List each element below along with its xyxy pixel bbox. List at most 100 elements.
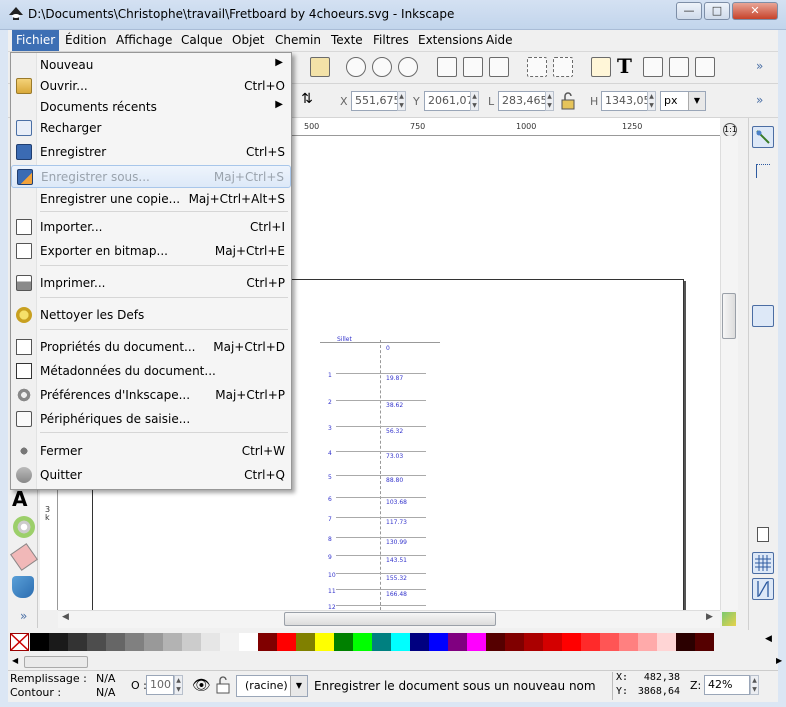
- color-swatch[interactable]: [448, 633, 467, 651]
- close-window-button[interactable]: ✕: [732, 2, 778, 20]
- menu-edition[interactable]: Édition: [63, 33, 109, 47]
- layer-dropdown-arrow-icon[interactable]: ▼: [290, 676, 307, 696]
- color-swatch[interactable]: [505, 633, 524, 651]
- color-swatch[interactable]: [125, 633, 144, 651]
- color-swatch[interactable]: [695, 633, 714, 651]
- align-distribute-icon[interactable]: [695, 57, 715, 77]
- fill-stroke-icon[interactable]: [591, 57, 611, 77]
- snap-bbox-centers-icon[interactable]: [752, 266, 774, 288]
- group-icon[interactable]: [527, 57, 547, 77]
- color-swatch[interactable]: [467, 633, 486, 651]
- color-swatch[interactable]: [657, 633, 676, 651]
- color-swatch[interactable]: [220, 633, 239, 651]
- snap-nodes-icon[interactable]: [752, 305, 774, 327]
- file-menu-item[interactable]: Recharger: [11, 117, 291, 140]
- menu-objet[interactable]: Objet: [230, 33, 266, 47]
- file-menu-item[interactable]: Propriétés du document... Maj+Ctrl+D: [11, 336, 291, 359]
- palette-scroll-right-icon[interactable]: ▶: [776, 656, 782, 665]
- snap-paths-icon[interactable]: [752, 331, 774, 353]
- color-swatch[interactable]: [543, 633, 562, 651]
- file-menu-item[interactable]: Préférences d'Inkscape... Maj+Ctrl+P: [11, 384, 291, 407]
- zoom-spinner[interactable]: ▲ ▼: [750, 675, 759, 695]
- visibility-eye-icon[interactable]: 👁: [192, 676, 211, 694]
- menu-filtres[interactable]: Filtres: [371, 33, 411, 47]
- unit-dropdown-arrow-icon[interactable]: ▼: [688, 92, 705, 110]
- color-swatch[interactable]: [429, 633, 448, 651]
- menu-aide[interactable]: Aide: [484, 33, 515, 47]
- file-menu-item[interactable]: Exporter en bitmap... Maj+Ctrl+E: [11, 240, 291, 263]
- x-spinner[interactable]: ▲ ▼: [397, 91, 406, 111]
- width-field[interactable]: 283,465: [498, 91, 548, 111]
- clone-icon[interactable]: [463, 57, 483, 77]
- menu-texte[interactable]: Texte: [329, 33, 365, 47]
- file-menu-item[interactable]: Imprimer... Ctrl+P: [11, 272, 291, 295]
- color-swatch[interactable]: [30, 633, 49, 651]
- file-menu-item[interactable]: Nettoyer les Defs: [11, 304, 291, 327]
- color-manage-icon[interactable]: [722, 612, 736, 626]
- menu-extensions[interactable]: Extensions: [416, 33, 485, 47]
- file-menu-item[interactable]: Enregistrer sous... Maj+Ctrl+S: [11, 165, 291, 188]
- snap-object-centers-icon[interactable]: [752, 461, 774, 483]
- paint-bucket-tool-icon[interactable]: [12, 576, 34, 598]
- ungroup-icon[interactable]: [553, 57, 573, 77]
- file-menu-item[interactable]: Ouvrir... Ctrl+O: [11, 75, 291, 98]
- snap-rotation-center-icon[interactable]: [752, 487, 774, 509]
- text-font-icon[interactable]: T: [617, 54, 632, 78]
- opacity-spinner[interactable]: ▲ ▼: [174, 675, 183, 695]
- minimize-button[interactable]: —: [676, 2, 702, 20]
- snap-midpoints-icon[interactable]: [752, 435, 774, 457]
- color-swatch[interactable]: [676, 633, 695, 651]
- color-swatch[interactable]: [372, 633, 391, 651]
- file-menu-item[interactable]: Nouveau ▶: [11, 54, 291, 77]
- y-field[interactable]: 2061,07: [424, 91, 474, 111]
- color-swatch[interactable]: [144, 633, 163, 651]
- snap-cusp-nodes-icon[interactable]: [752, 383, 774, 405]
- opacity-field[interactable]: 100: [146, 675, 174, 695]
- color-swatch[interactable]: [239, 633, 258, 651]
- file-menu-item[interactable]: Périphériques de saisie...: [11, 408, 291, 431]
- maximize-button[interactable]: □: [704, 2, 730, 20]
- xml-editor-icon[interactable]: [669, 57, 689, 77]
- duplicate-icon[interactable]: [437, 57, 457, 77]
- layer-lock-icon[interactable]: [216, 676, 230, 694]
- color-swatch[interactable]: [182, 633, 201, 651]
- height-spinner[interactable]: ▲ ▼: [647, 91, 656, 111]
- color-swatch[interactable]: [581, 633, 600, 651]
- scroll-left-arrow-icon[interactable]: ◀: [62, 612, 69, 622]
- unlink-clone-icon[interactable]: [489, 57, 509, 77]
- color-swatch[interactable]: [49, 633, 68, 651]
- color-swatch[interactable]: [315, 633, 334, 651]
- palette-scroll-left-icon[interactable]: ◀: [12, 656, 18, 665]
- color-swatch[interactable]: [277, 633, 296, 651]
- zoom-corner-icon[interactable]: 1:1: [723, 123, 737, 137]
- horizontal-scroll-thumb[interactable]: [284, 612, 496, 626]
- no-color-swatch[interactable]: [10, 633, 29, 651]
- color-swatch[interactable]: [353, 633, 372, 651]
- color-swatch[interactable]: [391, 633, 410, 651]
- zoom-page-icon[interactable]: [398, 57, 418, 77]
- lock-icon[interactable]: [560, 91, 576, 111]
- color-swatch[interactable]: [87, 633, 106, 651]
- file-menu-item[interactable]: Enregistrer une copie... Maj+Ctrl+Alt+S: [11, 188, 291, 211]
- menu-calque[interactable]: Calque: [179, 33, 225, 47]
- palette-menu-arrow-icon[interactable]: ◀: [765, 634, 772, 644]
- menu-chemin[interactable]: Chemin: [273, 33, 323, 47]
- menu-fichier[interactable]: Fichier: [12, 30, 60, 51]
- menu-affichage[interactable]: Affichage: [114, 33, 174, 47]
- y-spinner[interactable]: ▲ ▼: [470, 91, 479, 111]
- overflow-chevron-icon[interactable]: »: [756, 59, 763, 73]
- color-swatch[interactable]: [106, 633, 125, 651]
- zoom-selection-icon[interactable]: [346, 57, 366, 77]
- color-swatch[interactable]: [334, 633, 353, 651]
- color-swatch[interactable]: [296, 633, 315, 651]
- paste-icon[interactable]: [310, 57, 330, 77]
- color-swatch[interactable]: [486, 633, 505, 651]
- snap-smooth-nodes-icon[interactable]: [752, 409, 774, 431]
- snap-intersections-icon[interactable]: [752, 357, 774, 379]
- file-menu-item[interactable]: Quitter Ctrl+Q: [11, 464, 291, 487]
- file-menu-item[interactable]: Fermer Ctrl+W: [11, 440, 291, 463]
- color-swatch[interactable]: [410, 633, 429, 651]
- color-swatch[interactable]: [163, 633, 182, 651]
- color-swatch[interactable]: [562, 633, 581, 651]
- color-swatch[interactable]: [638, 633, 657, 651]
